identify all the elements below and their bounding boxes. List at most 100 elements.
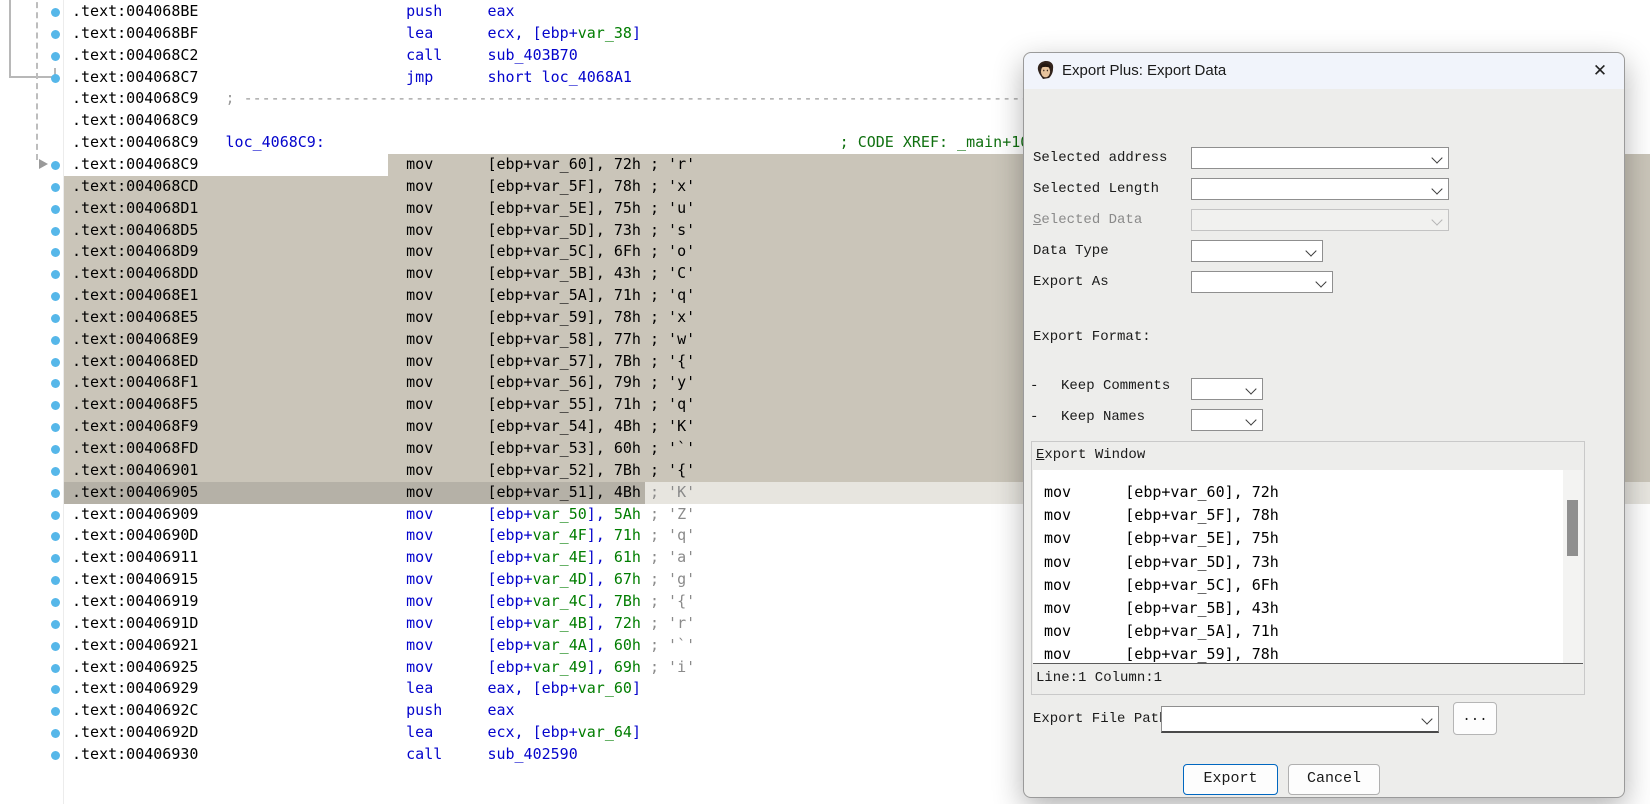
- asm-row[interactable]: .text:004068BF lea ecx, [ebp+var_38]: [0, 23, 1650, 45]
- asm-token-pad: [198, 24, 406, 42]
- asm-token-code: [ebp+: [487, 352, 532, 370]
- asm-token-pad: [198, 417, 406, 435]
- asm-token-var: var_59: [533, 308, 587, 326]
- instruction-dot-icon[interactable]: [51, 8, 60, 17]
- instruction-dot-icon[interactable]: [51, 532, 60, 541]
- scrollbar-thumb[interactable]: [1567, 500, 1578, 556]
- asm-token-var: var_4C: [533, 592, 587, 610]
- instruction-dot-icon[interactable]: [51, 314, 60, 323]
- asm-token-num: 71h: [614, 395, 641, 413]
- asm-token-code: [ebp+: [487, 658, 532, 676]
- asm-token-pad: [433, 614, 487, 632]
- asm-token-pad: [198, 658, 406, 676]
- asm-token-var: var_4D: [533, 570, 587, 588]
- asm-token-pad: [433, 417, 487, 435]
- asm-token-code: ],: [587, 417, 614, 435]
- asm-token-code: lea: [406, 679, 433, 697]
- asm-token-addr: .text:00406919: [72, 592, 198, 610]
- asm-token-pad: [433, 242, 487, 260]
- asm-token-var: var_60: [578, 679, 632, 697]
- instruction-dot-icon[interactable]: [51, 205, 60, 214]
- asm-token-pad: [433, 264, 487, 282]
- asm-row[interactable]: .text:004068BE push eax: [0, 1, 1650, 23]
- instruction-dot-icon[interactable]: [51, 685, 60, 694]
- asm-token-code: call: [406, 745, 442, 763]
- asm-token-addr: .text:004068E1: [72, 286, 198, 304]
- asm-token-num: 71h: [614, 286, 641, 304]
- selected-address-combobox[interactable]: .text:004068C9: [1191, 147, 1449, 169]
- browse-button[interactable]: ...: [1453, 702, 1497, 735]
- asm-token-code: mov: [406, 177, 433, 195]
- export-file-path-combobox[interactable]: 简单的异或）\export_results.txt: [1161, 706, 1439, 733]
- instruction-dot-icon[interactable]: [51, 729, 60, 738]
- cancel-button[interactable]: Cancel: [1288, 764, 1380, 795]
- instruction-dot-icon[interactable]: [51, 467, 60, 476]
- asm-token-code: ],: [587, 483, 614, 501]
- keep-comments-combobox[interactable]: False: [1191, 378, 1263, 400]
- export-as-combobox[interactable]: String: [1191, 271, 1333, 293]
- instruction-dot-icon[interactable]: [51, 74, 60, 83]
- asm-token-num: 5Ah: [614, 505, 641, 523]
- asm-token-code: ],: [587, 614, 614, 632]
- instruction-dot-icon[interactable]: [51, 336, 60, 345]
- asm-token-addr: .text:004068F1: [72, 373, 198, 391]
- instruction-dot-icon[interactable]: [51, 52, 60, 61]
- instruction-dot-icon[interactable]: [51, 379, 60, 388]
- instruction-dot-icon[interactable]: [51, 642, 60, 651]
- asm-token-com: ; 'K': [641, 417, 695, 435]
- selected-length-combobox[interactable]: 0x40: [1191, 178, 1449, 200]
- instruction-dot-icon[interactable]: [51, 576, 60, 585]
- export-button[interactable]: Export: [1183, 764, 1278, 795]
- asm-token-code: ],: [587, 570, 614, 588]
- close-icon[interactable]: ✕: [1588, 60, 1612, 82]
- asm-token-code: [ebp+: [487, 461, 532, 479]
- asm-token-pad: [433, 679, 487, 697]
- instruction-dot-icon[interactable]: [51, 183, 60, 192]
- asm-token-pad: [198, 89, 225, 107]
- asm-token-num: 4Bh: [614, 417, 641, 435]
- instruction-dot-icon[interactable]: [51, 248, 60, 257]
- instruction-dot-icon[interactable]: [51, 423, 60, 432]
- scrollbar-track[interactable]: [1563, 470, 1583, 663]
- asm-token-com: ; 'q': [641, 286, 695, 304]
- instruction-dot-icon[interactable]: [51, 161, 60, 170]
- instruction-dot-icon[interactable]: [51, 292, 60, 301]
- instruction-dot-icon[interactable]: [51, 227, 60, 236]
- selected-address-label: Selected address: [1033, 147, 1167, 169]
- instruction-dot-icon[interactable]: [51, 489, 60, 498]
- selected-data-value: 5 AD 60 C6 45 AE 7B C6 45 AF 4B: [1231, 230, 1449, 231]
- instruction-dot-icon[interactable]: [51, 620, 60, 629]
- instruction-dot-icon[interactable]: [51, 554, 60, 563]
- asm-token-addr: .text:004068DD: [72, 264, 198, 282]
- asm-token-var: var_5E: [533, 199, 587, 217]
- asm-token-addr: .text:004068C2: [72, 46, 198, 64]
- instruction-dot-icon[interactable]: [51, 270, 60, 279]
- asm-token-pad: [198, 264, 406, 282]
- asm-token-var: var_4E: [533, 548, 587, 566]
- asm-token-code: mov: [406, 658, 433, 676]
- asm-token-addr: .text:004068D9: [72, 242, 198, 260]
- instruction-dot-icon[interactable]: [51, 445, 60, 454]
- data-type-combobox[interactable]: Assembly Code: [1191, 240, 1323, 262]
- asm-token-addr: .text:00406905: [72, 483, 198, 501]
- instruction-dot-icon[interactable]: [51, 30, 60, 39]
- keep-comments-label: Keep Comments: [1061, 378, 1170, 394]
- instruction-dot-icon[interactable]: [51, 598, 60, 607]
- instruction-dot-icon[interactable]: [51, 664, 60, 673]
- keep-names-combobox[interactable]: False: [1191, 409, 1263, 431]
- instruction-dot-icon[interactable]: [51, 511, 60, 520]
- keep-names-value: False: [1231, 430, 1263, 431]
- asm-token-var: var_57: [533, 352, 587, 370]
- keep-comments-value: False: [1231, 399, 1263, 400]
- chevron-down-icon: [1421, 713, 1432, 724]
- instruction-dot-icon[interactable]: [51, 401, 60, 410]
- asm-token-addr: .text:004068C7: [72, 68, 198, 86]
- asm-token-addr: .text:004068BF: [72, 24, 198, 42]
- instruction-dot-icon[interactable]: [51, 751, 60, 760]
- dialog-titlebar[interactable]: Export Plus: Export Data ✕: [1024, 53, 1624, 89]
- export-preview-textarea[interactable]: mov [ebp+var_60], 72h mov [ebp+var_5F], …: [1033, 470, 1583, 664]
- asm-token-code: mov: [406, 548, 433, 566]
- instruction-dot-icon[interactable]: [51, 358, 60, 367]
- asm-token-lbl: loc_4068C9:: [226, 133, 325, 151]
- instruction-dot-icon[interactable]: [51, 707, 60, 716]
